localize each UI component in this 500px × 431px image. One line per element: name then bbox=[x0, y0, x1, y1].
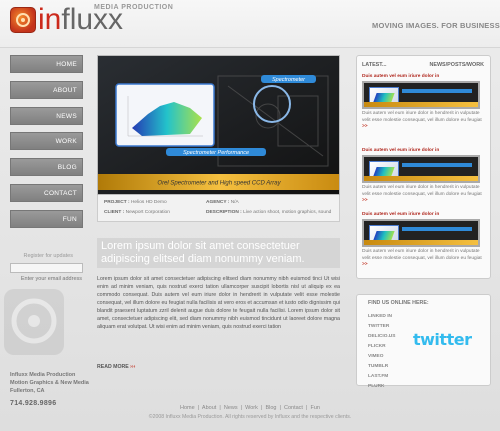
watermark-logo-icon bbox=[4, 289, 64, 355]
news-item-excerpt-text: Duis autem vel eum iriure dolor in hendr… bbox=[362, 185, 482, 197]
nav-item-blog[interactable]: BLOG bbox=[10, 158, 83, 177]
twitter-logo[interactable]: twitter bbox=[413, 330, 472, 349]
company-name: Influxx Media Production bbox=[10, 372, 76, 378]
register-field-frame[interactable] bbox=[10, 263, 83, 273]
footer-link-fun[interactable]: Fun bbox=[311, 405, 320, 411]
footer-link-contact[interactable]: Contact bbox=[284, 405, 303, 411]
nav-item-news[interactable]: NEWS bbox=[10, 106, 83, 125]
news-item-title[interactable]: Duis autem vel eum iriure dolor in bbox=[362, 212, 488, 217]
meta-description: DESCRIPTION : Live action shoot, motion … bbox=[206, 210, 331, 215]
project-meta: PROJECT : Helios HD Demo CLIENT : Newpor… bbox=[97, 195, 340, 222]
latest-heading-left: LATEST... bbox=[362, 62, 387, 68]
register-label: Register for updates bbox=[23, 253, 73, 259]
footer-link-news[interactable]: News bbox=[224, 405, 238, 411]
logo-prefix: in bbox=[38, 3, 62, 36]
nav-item-home[interactable]: HOME bbox=[10, 55, 83, 73]
news-item-thumbnail[interactable] bbox=[362, 81, 480, 109]
meta-client-value: Newport Corporation bbox=[125, 210, 170, 215]
hero-label-top: Spectrometer bbox=[272, 77, 306, 83]
news-item[interactable]: Duis autem vel eum iriure dolor in Duis … bbox=[362, 212, 488, 269]
latest-heading-right: NEWS/POSTS/WORK bbox=[429, 62, 484, 68]
news-item-excerpt: Duis autem vel eum iriure dolor in hendr… bbox=[362, 111, 488, 131]
read-more-label: READ MORE bbox=[97, 364, 129, 370]
meta-description-value: Live action shoot, motion graphics, soun… bbox=[243, 210, 332, 215]
logo-icon[interactable] bbox=[10, 7, 36, 33]
meta-description-label: DESCRIPTION : bbox=[206, 210, 242, 215]
hero-artwork: Spectrometer Spectrometer Performance Or… bbox=[98, 56, 339, 194]
meta-client-label: CLIENT : bbox=[104, 210, 125, 215]
meta-agency: AGENCY : N/A bbox=[206, 200, 239, 205]
news-item-thumbnail[interactable] bbox=[362, 219, 480, 247]
nav-item-about[interactable]: ABOUT bbox=[10, 80, 83, 99]
meta-agency-value: N/A bbox=[230, 200, 239, 205]
footer-nav: Home | About | News | Work | Blog | Cont… bbox=[180, 405, 320, 411]
news-item-excerpt: Duis autem vel eum iriure dolor in hendr… bbox=[362, 249, 488, 269]
company-tagline: Motion Graphics & New Media bbox=[10, 380, 89, 386]
news-item-title[interactable]: Duis autem vel eum iriure dolor in bbox=[362, 74, 488, 79]
news-item[interactable]: Duis autem vel eum iriure dolor in Duis … bbox=[362, 74, 488, 131]
meta-project-value: Helios HD Demo bbox=[130, 200, 167, 205]
social-link-lastfm[interactable]: LAST.FM bbox=[368, 372, 395, 382]
article-headline: Lorem ipsum dolor sit amet consectetuer … bbox=[97, 238, 340, 268]
social-links: LINKED IN TWITTER DELICIO.US FLICKR VIME… bbox=[368, 312, 395, 392]
latest-heading: LATEST... NEWS/POSTS/WORK bbox=[362, 62, 488, 68]
article-body: Lorem ipsum dolor sit amet consectetuer … bbox=[97, 276, 340, 330]
company-info: Influxx Media Production Motion Graphics… bbox=[10, 371, 100, 395]
hero-showcase[interactable]: Spectrometer Spectrometer Performance Or… bbox=[97, 55, 340, 195]
footer-link-work[interactable]: Work bbox=[245, 405, 258, 411]
nav-item-fun[interactable]: FUN bbox=[10, 209, 83, 228]
read-more-link[interactable]: READ MORE ››› bbox=[97, 364, 135, 370]
social-heading: FIND US ONLINE HERE: bbox=[368, 300, 429, 306]
meta-agency-label: AGENCY : bbox=[206, 200, 230, 205]
social-link-plurk[interactable]: PLURK bbox=[368, 382, 395, 392]
main-nav: HOME ABOUT NEWS WORK BLOG CONTACT FUN bbox=[10, 55, 83, 236]
news-item-excerpt-text: Duis autem vel eum iriure dolor in hendr… bbox=[362, 111, 482, 123]
news-more-arrow-icon[interactable]: >> bbox=[362, 198, 368, 203]
email-field[interactable] bbox=[10, 273, 83, 285]
meta-client: CLIENT : Newport Corporation bbox=[104, 210, 170, 215]
news-item[interactable]: Duis autem vel eum iriure dolor in Duis … bbox=[362, 148, 488, 205]
news-item-excerpt: Duis autem vel eum iriure dolor in hendr… bbox=[362, 185, 488, 205]
news-item-excerpt-text: Duis autem vel eum iriure dolor in hendr… bbox=[362, 249, 482, 261]
meta-project: PROJECT : Helios HD Demo bbox=[104, 200, 167, 205]
nav-item-contact[interactable]: CONTACT bbox=[10, 183, 83, 202]
meta-project-label: PROJECT : bbox=[104, 200, 130, 205]
logo-subtitle: MEDIA PRODUCTION bbox=[94, 4, 174, 11]
news-more-arrow-icon[interactable]: >> bbox=[362, 124, 368, 129]
social-link-tumblr[interactable]: TUMBLR bbox=[368, 362, 395, 372]
hero-caption: Orel Spectrometer and High speed CCD Arr… bbox=[157, 181, 281, 187]
social-link-delicious[interactable]: DELICIO.US bbox=[368, 332, 395, 342]
footer-link-blog[interactable]: Blog bbox=[265, 405, 276, 411]
footer-copyright: ©2008 Influxx Media Production. All righ… bbox=[148, 414, 352, 420]
news-item-thumbnail[interactable] bbox=[362, 155, 480, 183]
social-link-vimeo[interactable]: VIMEO bbox=[368, 352, 395, 362]
social-link-twitter[interactable]: TWITTER bbox=[368, 322, 395, 332]
read-more-arrow-icon: ››› bbox=[130, 364, 136, 370]
social-link-flickr[interactable]: FLICKR bbox=[368, 342, 395, 352]
site-tagline: MOVING IMAGES. FOR BUSINESS bbox=[372, 21, 500, 30]
news-item-title[interactable]: Duis autem vel eum iriure dolor in bbox=[362, 148, 488, 153]
footer-link-home[interactable]: Home bbox=[180, 405, 195, 411]
news-more-arrow-icon[interactable]: >> bbox=[362, 262, 368, 267]
footer-link-about[interactable]: About bbox=[202, 405, 216, 411]
company-city: Fullerton, CA bbox=[10, 388, 45, 394]
nav-item-work[interactable]: WORK bbox=[10, 132, 83, 151]
hero-label-mid: Spectrometer Performance bbox=[183, 150, 249, 156]
social-link-linkedin[interactable]: LINKED IN bbox=[368, 312, 395, 322]
